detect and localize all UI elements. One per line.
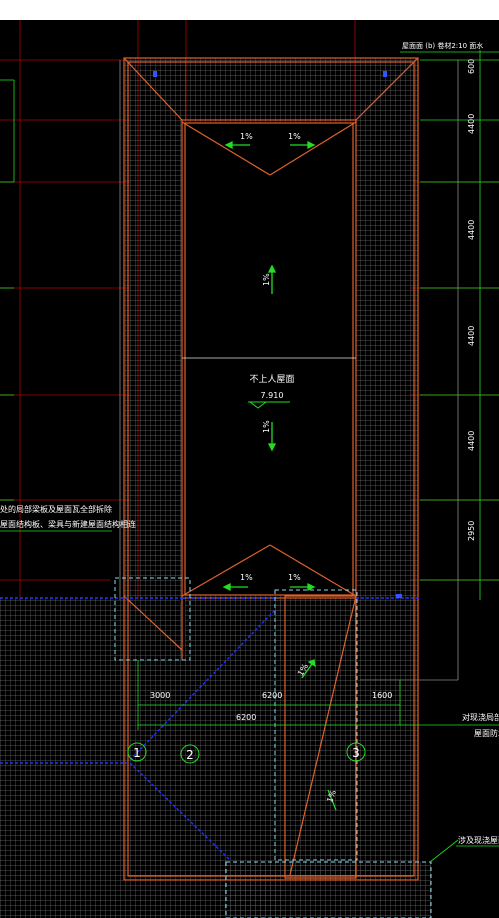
drain-marker-lower (396, 594, 402, 598)
right-note-1: 屋面防水 (474, 728, 499, 738)
left-note-0: 处的局部梁板及屋面瓦全部拆除 (0, 504, 112, 514)
roof-plan-drawing[interactable]: 1 2 3 1% 1% 1% 1% 1% 1% 1% 1% 不上人屋面 7.91… (0, 20, 499, 918)
dim-bottom-total: 6200 (236, 713, 256, 722)
dim-right-2: 4400 (467, 220, 476, 240)
roof-legend-note: 屋面面 (b) 卷材2:10 面水 (402, 41, 483, 50)
grid-bubble-2-label: 2 (186, 748, 194, 762)
slope-top-right: 1% (288, 132, 301, 141)
bottom-strip-hatch (226, 862, 431, 918)
title-bar-strip (0, 0, 499, 20)
dim-right-3: 4400 (467, 326, 476, 346)
grid-bubble-1-label: 1 (133, 746, 141, 760)
dim-bottom-seg2: 6200 (262, 691, 282, 700)
left-note-1: 屋面结构板、梁具与新建屋面结构相连 (0, 519, 136, 529)
dim-right-0: 600 (467, 59, 476, 74)
dim-right-4: 4400 (467, 431, 476, 451)
slope-bottom-left: 1% (240, 573, 253, 582)
slope-top-left: 1% (240, 132, 253, 141)
elevation-label: 7.910 (261, 391, 284, 400)
dim-bottom-seg3: 1600 (372, 691, 392, 700)
slope-lower-mid: 1% (262, 420, 271, 433)
elevation-marker (248, 401, 290, 409)
right-note-0: 对现浇局部结 (462, 712, 499, 722)
drain-marker-right (383, 71, 387, 77)
slope-upper-mid: 1% (262, 273, 271, 286)
slope-bottom-right: 1% (288, 573, 301, 582)
right-dimension-texts: 600 4400 4400 4400 4400 2950 (467, 59, 476, 541)
dim-right-5: 2950 (467, 521, 476, 541)
dim-right-1: 4400 (467, 114, 476, 134)
roof-type-label: 不上人屋面 (249, 374, 294, 385)
drain-marker-left (153, 71, 157, 77)
dim-bottom-seg1: 3000 (150, 691, 170, 700)
bottom-right-note: 涉及现浇屋面 (458, 835, 499, 845)
grid-bubble-3-label: 3 (352, 746, 360, 760)
